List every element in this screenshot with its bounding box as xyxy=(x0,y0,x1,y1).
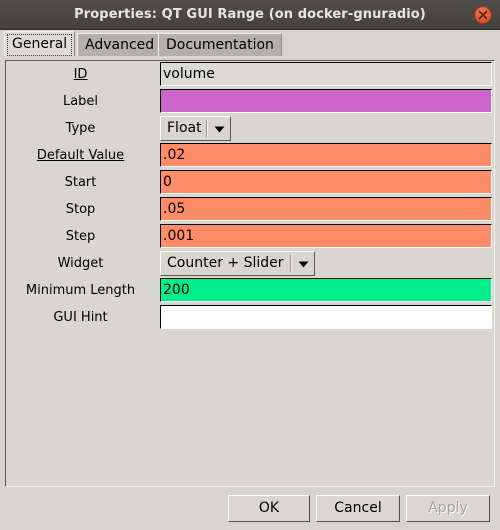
close-icon xyxy=(475,7,491,23)
properties-dialog: Properties: QT GUI Range (on docker-gnur… xyxy=(0,0,500,530)
gui-hint-value xyxy=(163,306,489,328)
stop-input[interactable]: .05 xyxy=(160,197,492,221)
field-label: GUI Hint xyxy=(53,310,108,325)
label-value xyxy=(163,90,489,112)
field-label: Stop xyxy=(65,202,96,217)
field-cell: .02 xyxy=(156,142,493,169)
field-label: Label xyxy=(62,94,99,109)
button-label: OK xyxy=(258,500,280,516)
step-input[interactable]: .001 xyxy=(160,224,492,248)
field-label: Minimum Length xyxy=(25,283,136,298)
widget-select[interactable]: Counter + Slider xyxy=(160,251,315,276)
combo-separator xyxy=(290,255,292,272)
default-value-input[interactable]: .02 xyxy=(160,143,492,167)
field-cell: Counter + Slider xyxy=(156,250,493,277)
type-selected-value: Float xyxy=(167,120,202,136)
label-input[interactable] xyxy=(160,89,492,113)
field-label: Start xyxy=(64,175,97,190)
form-row: Stop .05 xyxy=(6,196,494,223)
widget-selected-value: Counter + Slider xyxy=(167,255,284,271)
combo-separator xyxy=(206,120,208,137)
form-row: Step .001 xyxy=(6,223,494,250)
tab-label: Advanced xyxy=(85,37,155,53)
stop-value: .05 xyxy=(163,201,186,217)
form-row: GUI Hint xyxy=(6,304,494,331)
field-cell xyxy=(156,88,493,115)
tab-label: General xyxy=(12,36,68,52)
type-select[interactable]: Float xyxy=(160,116,231,141)
field-cell: 200 xyxy=(156,277,493,304)
field-cell: .001 xyxy=(156,223,493,250)
tab-advanced[interactable]: Advanced xyxy=(77,33,163,56)
form-rows-container: ID volume Label Type Float Default Value .02 St… xyxy=(6,61,494,486)
start-value: 0 xyxy=(163,174,172,190)
form-row: Label xyxy=(6,88,494,115)
field-cell xyxy=(156,304,493,331)
field-label: Widget xyxy=(57,256,104,271)
close-window-button[interactable] xyxy=(474,6,492,24)
form-row: Default Value .02 xyxy=(6,142,494,169)
tab-general[interactable]: General xyxy=(4,31,76,56)
button-label: Cancel xyxy=(334,500,382,516)
field-label: Default Value xyxy=(36,148,125,163)
minimum-length-input[interactable]: 200 xyxy=(160,278,492,302)
form-row: ID volume xyxy=(6,61,494,88)
id-value: volume xyxy=(163,66,215,82)
field-cell: 0 xyxy=(156,169,493,196)
field-label: Step xyxy=(65,229,96,244)
dialog-button-bar: OK Cancel Apply xyxy=(0,488,500,530)
tab-bar: General Advanced Documentation xyxy=(0,30,500,56)
start-input[interactable]: 0 xyxy=(160,170,492,194)
field-cell: .05 xyxy=(156,196,493,223)
general-tab-panel: ID volume Label Type Float Default Value .02 St… xyxy=(5,60,495,487)
ok-button[interactable]: OK xyxy=(228,495,310,522)
tab-documentation[interactable]: Documentation xyxy=(158,33,282,56)
field-cell: Float xyxy=(156,115,493,142)
chevron-down-icon[interactable] xyxy=(210,117,228,140)
field-cell: volume xyxy=(156,61,493,88)
default-value-value: .02 xyxy=(163,147,186,163)
apply-button: Apply xyxy=(406,495,490,522)
form-row: Type Float xyxy=(6,115,494,142)
button-label: Apply xyxy=(428,500,468,516)
chevron-down-icon[interactable] xyxy=(294,252,312,275)
window-titlebar: Properties: QT GUI Range (on docker-gnur… xyxy=(0,0,500,30)
form-row: Widget Counter + Slider xyxy=(6,250,494,277)
tab-label: Documentation xyxy=(166,37,274,53)
form-row: Minimum Length 200 xyxy=(6,277,494,304)
minimum-length-value: 200 xyxy=(163,282,190,298)
field-label: ID xyxy=(73,67,88,82)
gui-hint-input[interactable] xyxy=(160,305,492,329)
cancel-button[interactable]: Cancel xyxy=(316,495,400,522)
step-value: .001 xyxy=(163,228,195,244)
field-label: Type xyxy=(65,121,96,136)
form-row: Start 0 xyxy=(6,169,494,196)
window-title: Properties: QT GUI Range (on docker-gnur… xyxy=(74,7,426,22)
id-input[interactable]: volume xyxy=(160,62,492,86)
